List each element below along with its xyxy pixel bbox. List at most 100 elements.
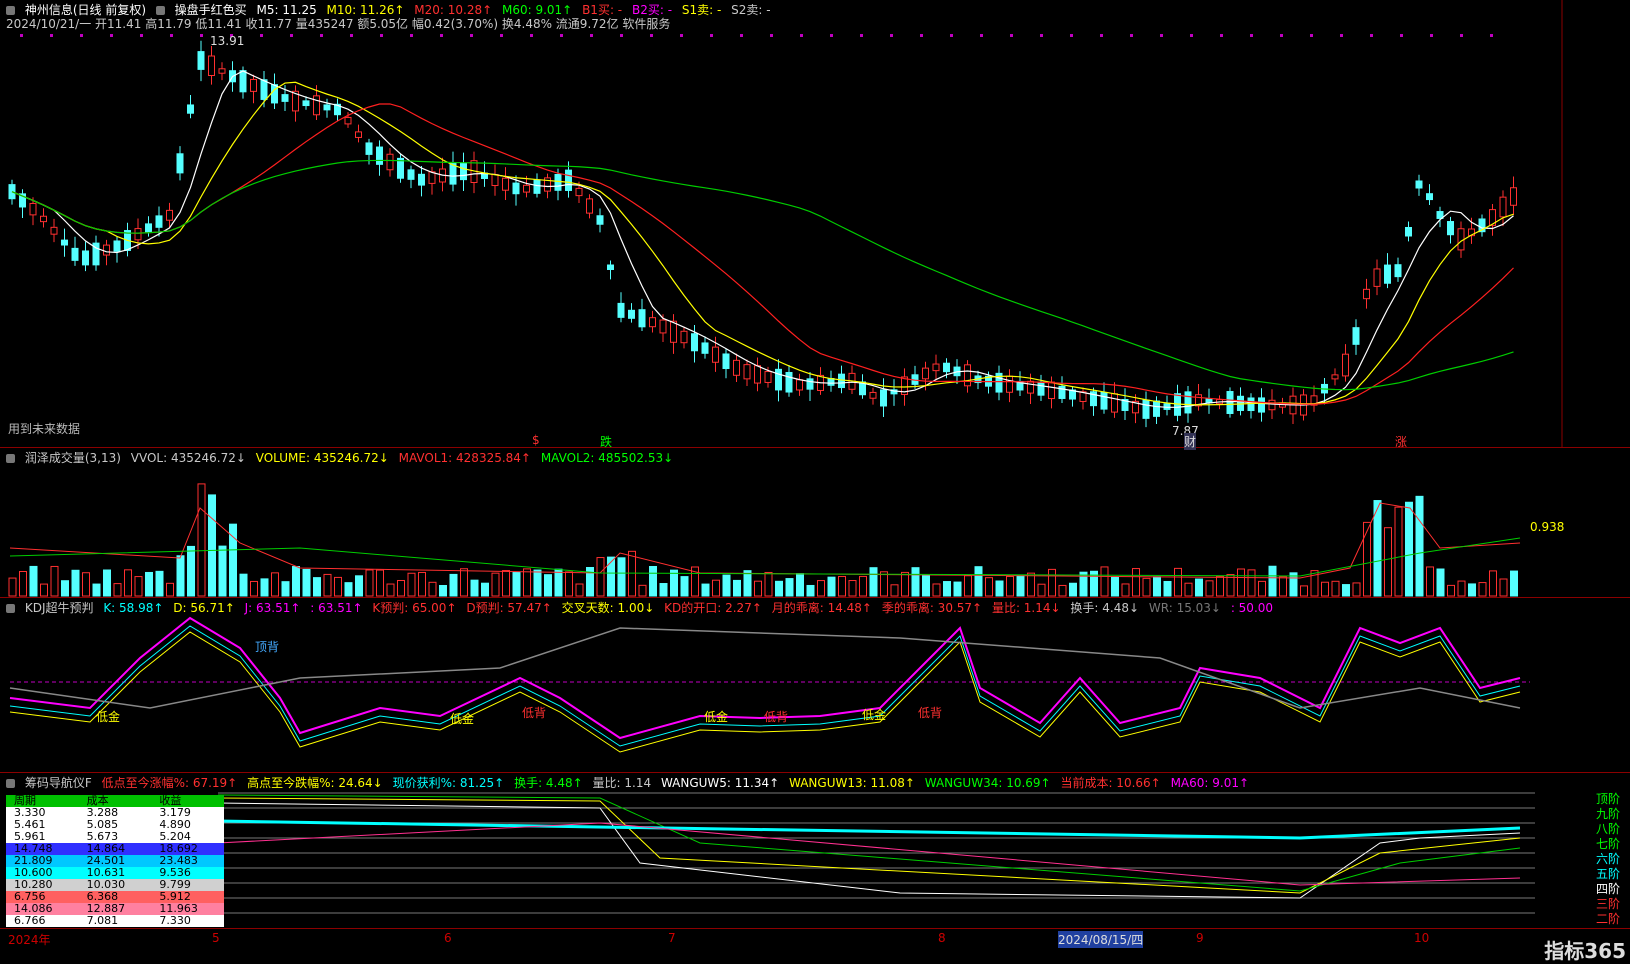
k-line [9,625,1521,747]
volume-bar [1405,501,1413,597]
candle-body [943,362,950,373]
volume-bar [701,583,710,597]
collapse-icon[interactable] [6,6,15,15]
kdj-mark-1: 低金 [96,710,121,724]
kdj-chart[interactable] [0,598,1630,773]
volume-bar [1247,569,1256,597]
volume-bar [187,545,195,597]
collapse-icon[interactable] [6,454,15,463]
candle-body [134,228,142,241]
grid-dot [1310,34,1313,37]
candle-body [1006,375,1013,393]
formula-icon[interactable] [155,6,165,15]
volume-bar [638,584,647,597]
candle-body [1184,391,1192,414]
kdj-mark-5: 低背 [764,710,789,724]
volume-bar [1027,572,1035,597]
chip-level-label: 九阶 [1595,807,1620,821]
grid-dot [20,34,23,37]
chip-level-label: 二阶 [1595,912,1620,926]
volume-bar [197,483,206,597]
candle-body [344,116,352,125]
kdj-mark-6: 低金 [862,708,887,722]
grid-dot [680,34,683,37]
kdj-h5: K预判: 65.00↑ [372,601,457,615]
candle-body [1100,391,1108,410]
volume-bar [239,573,248,597]
volume-bar [71,569,80,597]
candle-body [460,162,467,181]
grid-dot [1220,34,1223,37]
candle-body [187,104,194,114]
ma60-line [11,159,1514,391]
volume-bar [743,570,752,597]
chip-table: 周期 成本 收益 3.330 3.288 3.179 5.461 5.085 4.890 5.96… [6,795,224,927]
volume-bar [890,584,899,597]
volume-bar [1174,567,1182,597]
candle-body [260,79,268,100]
grid-dot [1250,34,1253,37]
candle-body [1027,380,1034,394]
volume-bar [481,582,489,597]
volume-bar [995,580,1004,597]
volume-bar [1468,583,1476,597]
grid-dot [470,34,473,37]
volume-bar [859,575,867,597]
candle-body [1153,400,1160,417]
chip-level-label: 四阶 [1595,882,1620,896]
volume-bar [1258,580,1266,597]
volume-bar [428,581,437,597]
vol-h1: VVOL: 435246.72↓ [130,451,246,465]
candle-body [1111,393,1118,413]
candle-body [638,309,646,328]
candle-body [1268,399,1276,411]
chip-chart[interactable] [0,773,1630,928]
chip-h7: WANGUW13: 11.08↑ [789,776,915,790]
kdj-panel[interactable]: KDJ超牛预判 K: 58.98↑ D: 56.71↑ J: 63.51↑ : … [0,598,1630,773]
volume-chart[interactable] [0,448,1630,598]
volume-bar [806,584,815,597]
kdj-header: KDJ超牛预判 K: 58.98↑ D: 56.71↑ J: 63.51↑ : … [6,601,1279,615]
volume-bar [943,581,951,597]
grid-dot [530,34,533,37]
grid-dot [410,34,413,37]
chip-h9: 当前成本: 10.66↑ [1060,776,1161,790]
collapse-icon[interactable] [6,604,15,613]
volume-bar [218,545,227,597]
volume-bar [617,557,626,597]
volume-bar [1195,578,1203,597]
candle-body [722,353,730,370]
volume-bar [92,583,101,597]
candle-body [1331,374,1339,380]
kdj-h10: 季的乖离: 30.57↑ [881,601,983,615]
volume-bar [554,568,563,597]
chip-level-label: 五阶 [1595,867,1620,881]
candle-body [166,209,173,221]
volume-bar [1342,584,1350,597]
volume-ratio-label: 0.938 [1530,520,1565,534]
volume-bar [1300,585,1308,597]
b1-label: B1买: - [582,3,623,17]
chip-panel[interactable]: 筹码导航仪F 低点至今涨幅%: 67.19↑ 高点至今跌幅%: 24.64↓ 现… [0,773,1630,928]
candle-body [680,330,688,344]
volume-bar [460,568,468,597]
formula-name[interactable]: 操盘手红色买 [175,3,247,17]
volume-bar [796,573,804,597]
volume-bar [712,579,720,597]
collapse-icon[interactable] [6,779,15,788]
volume-bar [1436,568,1445,597]
volume-bar [365,569,374,597]
candle-body [607,264,614,270]
candle-body [239,70,247,93]
chip-table-cell: 7.330 [159,914,191,927]
kdj-h12: 换手: 4.48↓ [1070,601,1140,615]
candle-body [964,364,971,387]
volume-bar [376,569,384,597]
grid-dot [1370,34,1373,37]
main-chart-panel[interactable]: 神州信息(日线 前复权) 操盘手红色买 M5: 11.25 M10: 11.26… [0,0,1630,450]
candle-body [1510,187,1517,206]
volume-panel[interactable]: 润泽成交量(3,13) VVOL: 435246.72↓ VOLUME: 435… [0,448,1630,598]
chip-level-label: 八阶 [1595,822,1620,836]
candlestick-chart[interactable] [0,0,1630,448]
grid-dot [710,34,713,37]
